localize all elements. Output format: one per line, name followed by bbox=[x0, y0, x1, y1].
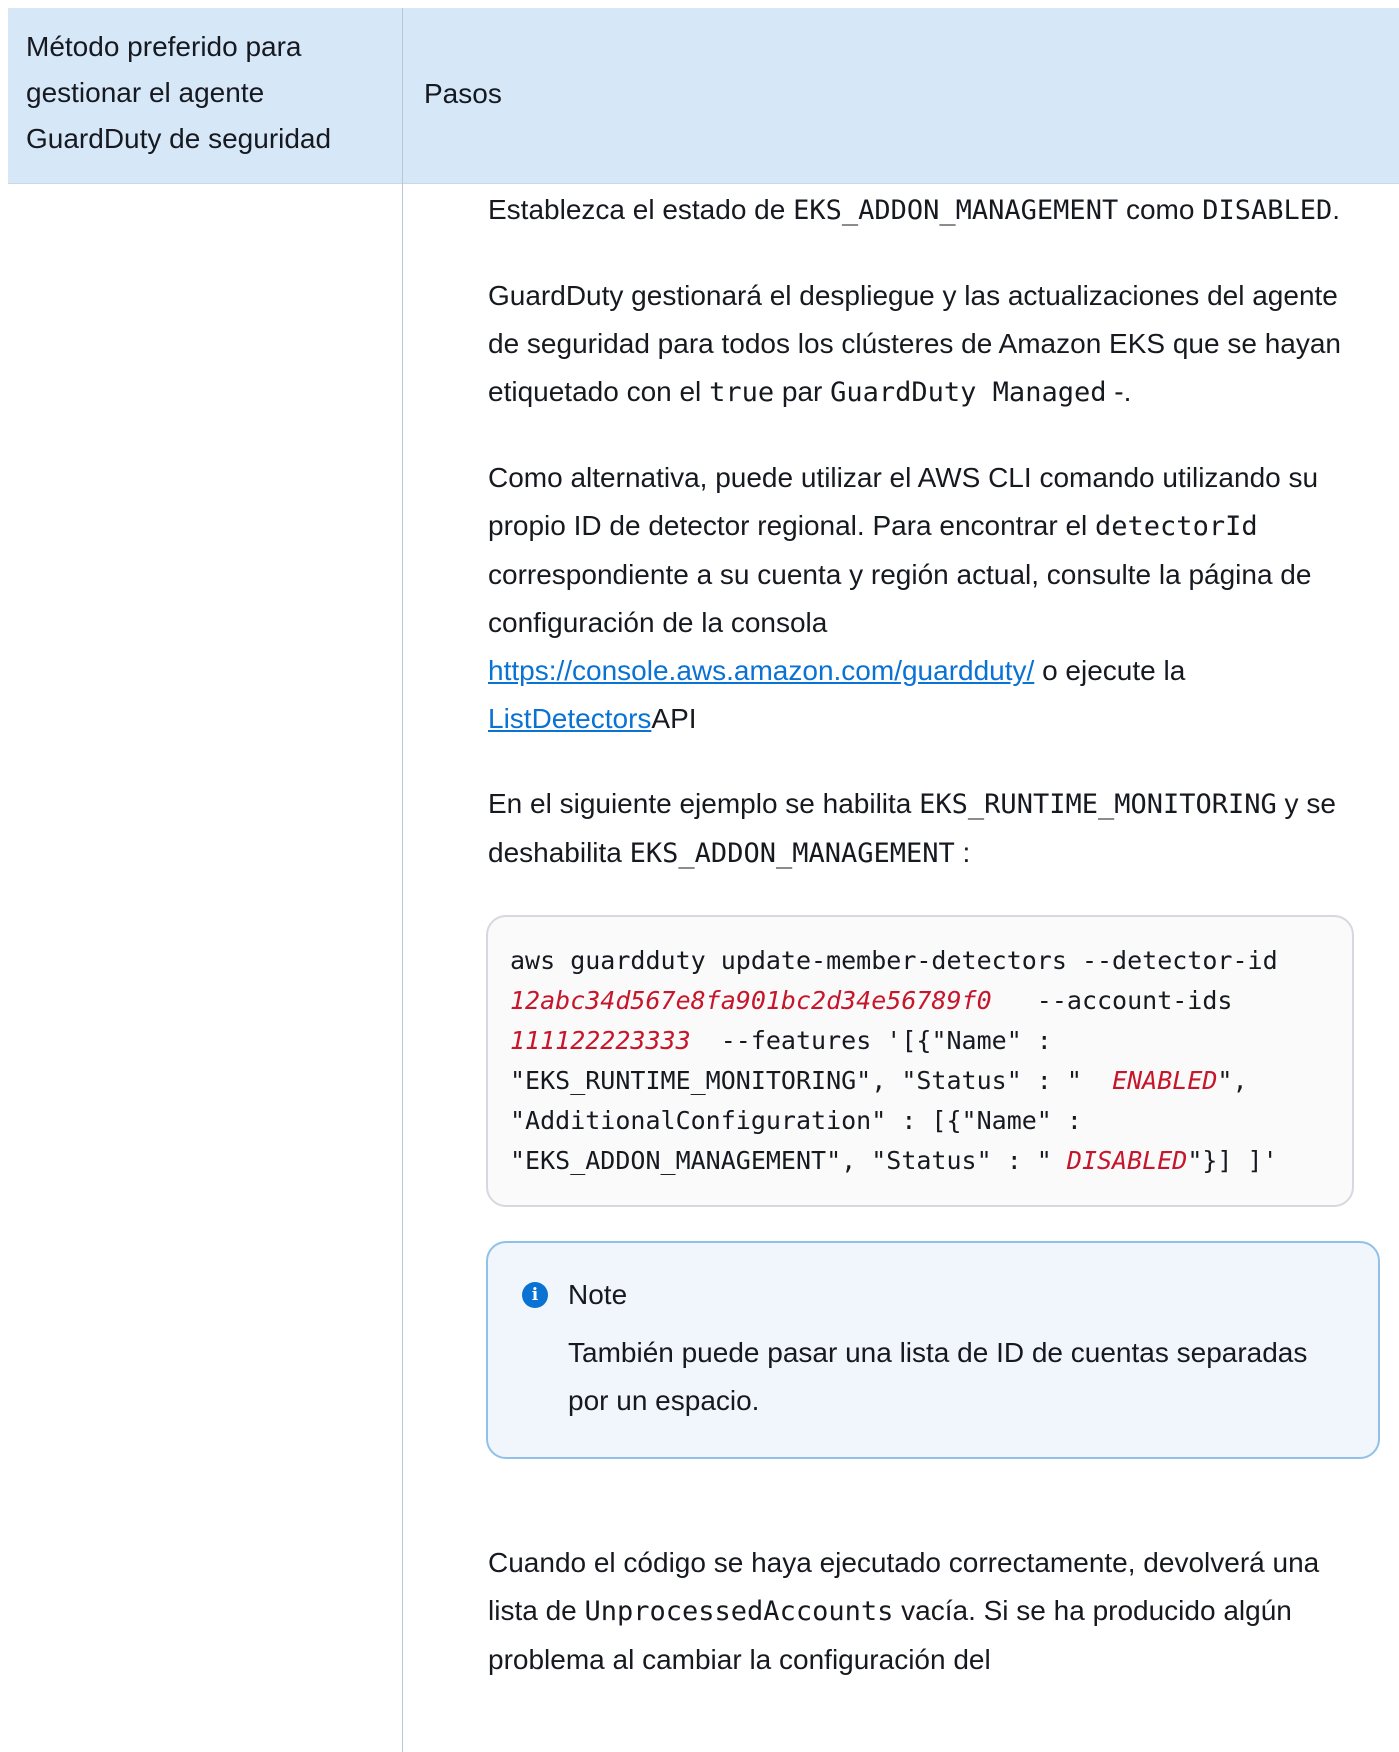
code-placeholder-detector-id: 12abc34d567e8fa901bc2d34e56789f0 bbox=[510, 986, 992, 1015]
paragraph-result: Cuando el código se haya ejecutado corre… bbox=[488, 1539, 1356, 1684]
code-placeholder-disabled: DISABLED bbox=[1066, 1146, 1188, 1175]
paragraph-cli-alternative: Como alternativa, puede utilizar el AWS … bbox=[488, 454, 1356, 743]
text: Establezca el estado de bbox=[488, 194, 794, 225]
text: . bbox=[1332, 194, 1341, 225]
list-detectors-link[interactable]: ListDetectors bbox=[488, 703, 651, 734]
text: par bbox=[774, 376, 831, 407]
inline-code: true bbox=[709, 377, 775, 408]
note-callout: i Note También puede pasar una lista de … bbox=[486, 1241, 1380, 1459]
code-text: "}] ]' bbox=[1187, 1146, 1278, 1175]
text: como bbox=[1118, 194, 1203, 225]
inline-code: UnprocessedAccounts bbox=[584, 1596, 894, 1627]
paragraph-example-intro: En el siguiente ejemplo se habilita EKS_… bbox=[488, 780, 1356, 878]
text: o ejecute la bbox=[1034, 655, 1186, 686]
inline-code: detectorId bbox=[1095, 511, 1258, 542]
text: correspondiente a su cuenta y región act… bbox=[488, 559, 1312, 638]
code-text: aws guardduty update-member-detectors --… bbox=[510, 946, 1293, 975]
info-icon: i bbox=[522, 1282, 548, 1308]
text: -. bbox=[1106, 376, 1132, 407]
inline-code: EKS_RUNTIME_MONITORING bbox=[919, 789, 1277, 820]
inline-code: EKS_ADDON_MANAGEMENT bbox=[793, 195, 1119, 226]
text: API bbox=[651, 703, 697, 734]
code-text: --account-ids bbox=[991, 986, 1248, 1015]
column-header-steps: Pasos bbox=[424, 78, 502, 109]
inline-code: GuardDuty Managed bbox=[830, 377, 1107, 408]
paragraph-set-status: Establezca el estado de EKS_ADDON_MANAGE… bbox=[488, 186, 1356, 235]
note-header: i Note bbox=[522, 1275, 1348, 1315]
note-body: También puede pasar una lista de ID de c… bbox=[568, 1337, 1308, 1416]
text: : bbox=[954, 837, 971, 868]
note-title: Note bbox=[568, 1279, 628, 1310]
guardduty-console-link[interactable]: https://console.aws.amazon.com/guardduty… bbox=[488, 655, 1034, 686]
column-header-method: Método preferido para gestionar el agent… bbox=[26, 31, 332, 154]
text: En el siguiente ejemplo se habilita bbox=[488, 788, 920, 819]
paragraph-guardduty-managed: GuardDuty gestionará el despliegue y las… bbox=[488, 272, 1356, 417]
inline-code: DISABLED bbox=[1202, 195, 1333, 226]
column-divider bbox=[402, 8, 403, 1752]
code-placeholder-account-id: 111122223333 bbox=[510, 1026, 691, 1055]
inline-code: EKS_ADDON_MANAGEMENT bbox=[629, 838, 955, 869]
steps-cell: Establezca el estado de EKS_ADDON_MANAGE… bbox=[486, 186, 1380, 1721]
cli-code-block[interactable]: aws guardduty update-member-detectors --… bbox=[486, 915, 1354, 1207]
code-placeholder-enabled: ENABLED bbox=[1112, 1066, 1218, 1095]
